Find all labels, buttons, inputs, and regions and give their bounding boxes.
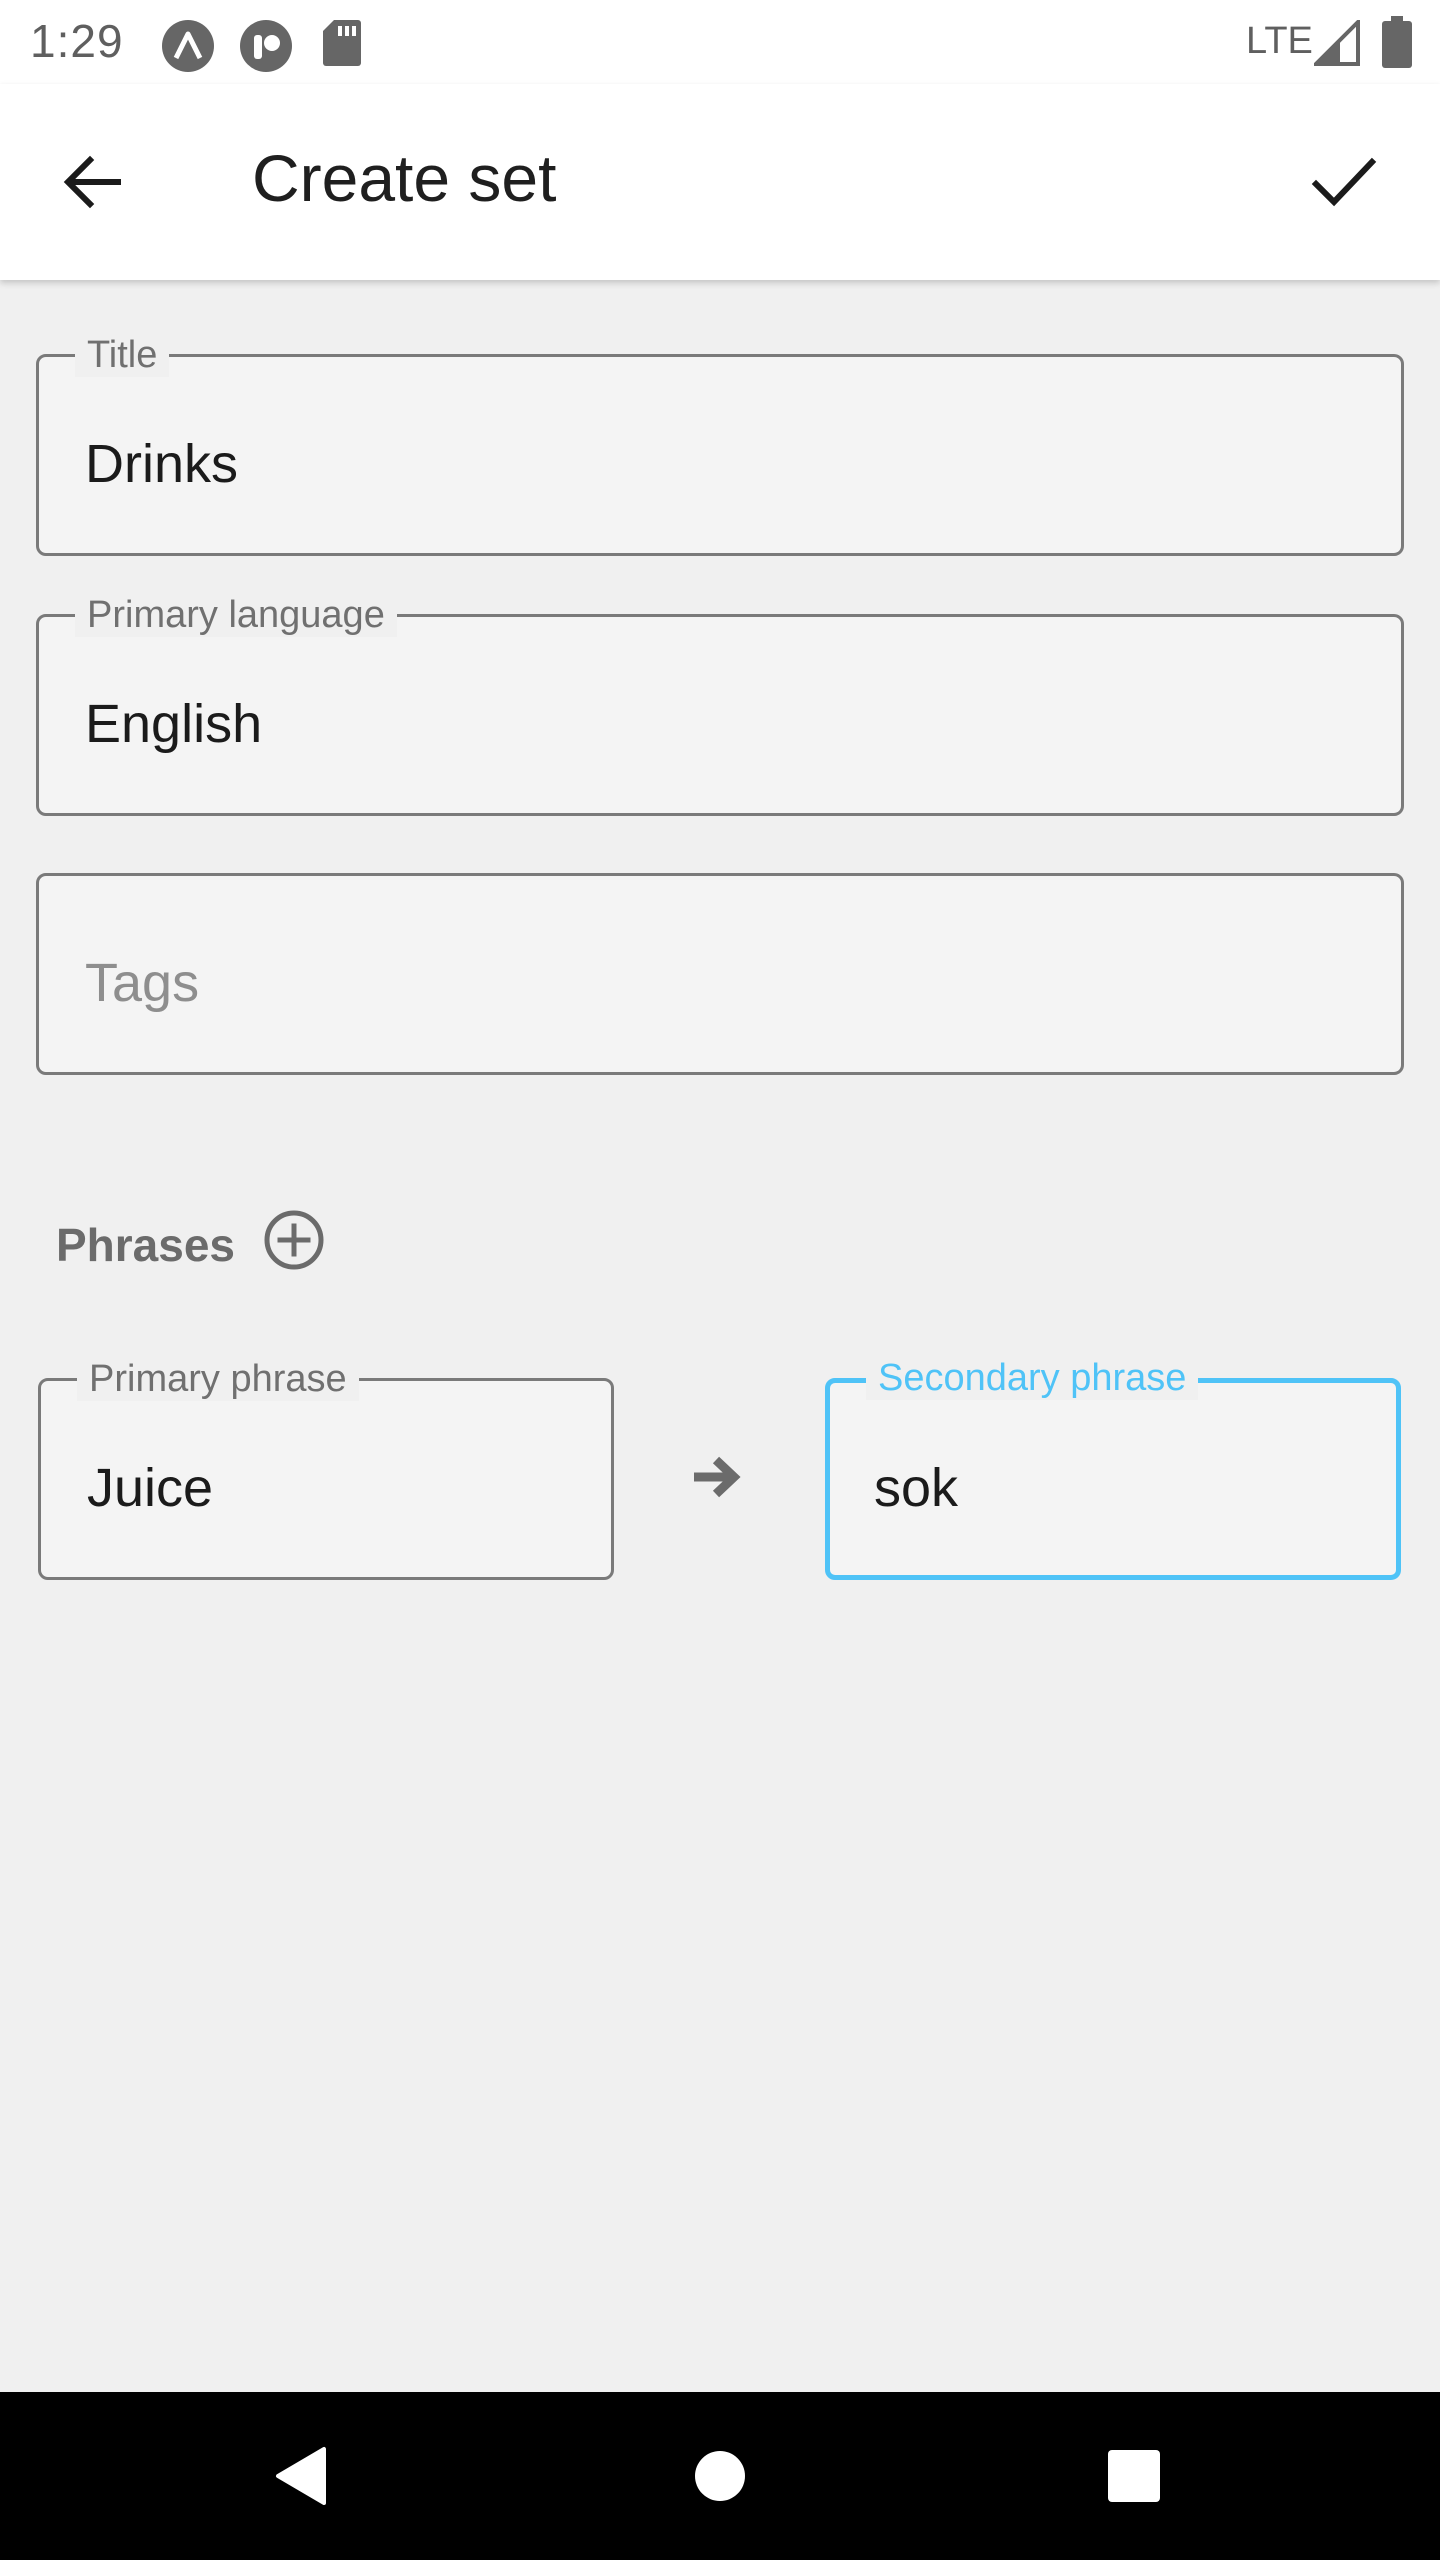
notification-app-icon <box>238 18 294 79</box>
primary-language-input[interactable] <box>85 617 1381 813</box>
title-input[interactable] <box>85 357 1381 553</box>
sd-card-icon <box>322 18 362 73</box>
primary-phrase-field[interactable]: Primary phrase <box>38 1357 614 1580</box>
arrow-right-icon <box>694 1456 741 1498</box>
app-bar: Create set <box>0 84 1440 280</box>
battery-icon <box>1382 16 1412 73</box>
assistant-icon <box>160 18 216 79</box>
network-type: LTE <box>1246 20 1313 62</box>
primary-phrase-input[interactable] <box>87 1381 591 1577</box>
nav-back-button[interactable] <box>220 2392 380 2560</box>
tags-input[interactable] <box>85 876 1381 1072</box>
title-field[interactable]: Title <box>36 333 1404 556</box>
page-title: Create set <box>252 141 557 215</box>
add-circle-outline-icon <box>264 1210 324 1270</box>
status-time: 1:29 <box>30 15 124 67</box>
tags-field[interactable] <box>36 873 1404 1075</box>
navigation-bar <box>0 2392 1440 2560</box>
secondary-phrase-field[interactable]: Secondary phrase <box>825 1356 1401 1580</box>
recents-square-icon <box>1108 2450 1160 2502</box>
home-circle-icon <box>695 2451 745 2501</box>
add-phrase-button[interactable] <box>258 1204 330 1276</box>
nav-recents-button[interactable] <box>1054 2392 1214 2560</box>
back-triangle-icon <box>276 2447 326 2505</box>
nav-home-button[interactable] <box>640 2392 800 2560</box>
screen: 1:29 LTE Create set Title Drinks Primary… <box>0 0 1440 2560</box>
save-set-button[interactable] <box>1292 130 1396 234</box>
status-bar: 1:29 LTE <box>0 0 1440 84</box>
primary-language-field[interactable]: Primary language <box>36 593 1404 816</box>
check-icon <box>1311 157 1377 207</box>
secondary-phrase-input[interactable] <box>874 1383 1374 1575</box>
arrow-back-icon <box>63 155 121 209</box>
back-button[interactable] <box>40 130 144 234</box>
phrases-label: Phrases <box>56 1219 236 1271</box>
signal-icon <box>1311 17 1360 71</box>
